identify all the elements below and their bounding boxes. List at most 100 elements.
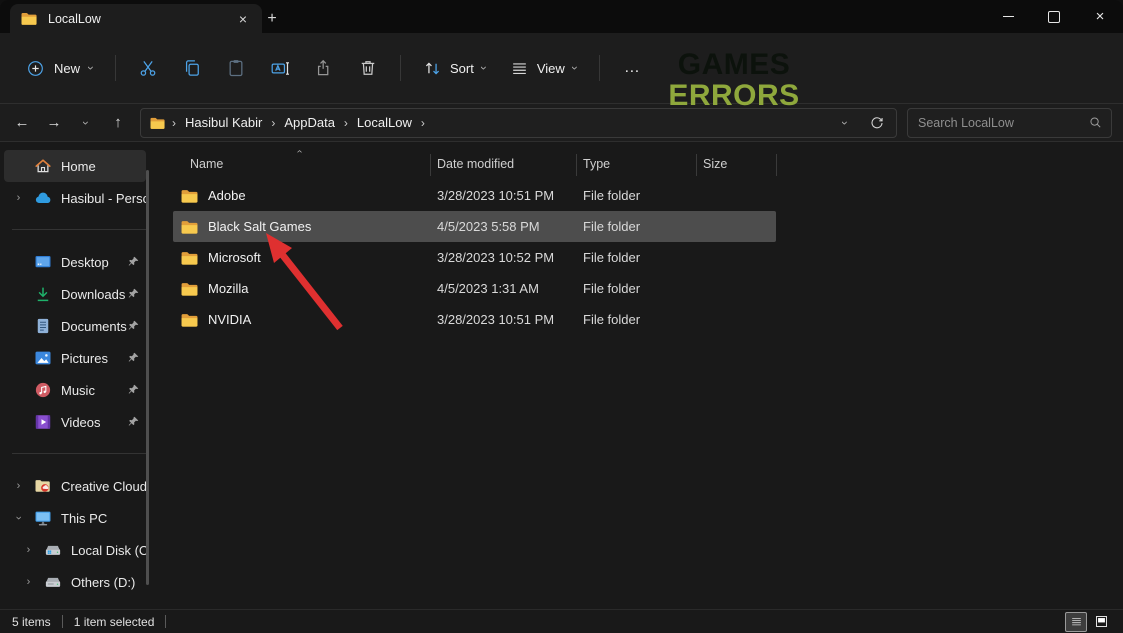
file-row-mozilla[interactable]: Mozilla 4/5/2023 1:31 AM File folder [173, 273, 776, 304]
chevron-right-icon[interactable]: › [12, 480, 25, 492]
file-rows: Adobe 3/28/2023 10:51 PM File folder Bla… [165, 180, 1123, 335]
sidebar-item-desktop[interactable]: Desktop [4, 246, 146, 278]
new-button-label: New [54, 61, 80, 76]
thumbnail-view-icon [1094, 614, 1109, 629]
status-divider [165, 615, 166, 628]
sidebar-item-others-d[interactable]: › Others (D:) [4, 566, 146, 598]
paste-button[interactable] [214, 49, 258, 87]
sidebar-divider [12, 229, 148, 230]
up-button[interactable]: ↑ [102, 108, 134, 138]
sort-button[interactable]: Sort › [411, 49, 498, 87]
search-box[interactable] [907, 108, 1112, 138]
file-row-black-salt-games[interactable]: Black Salt Games 4/5/2023 5:58 PM File f… [173, 211, 776, 242]
documents-icon [34, 317, 52, 335]
thumbnail-view-button[interactable] [1091, 613, 1111, 631]
file-date: 4/5/2023 1:31 AM [430, 281, 576, 296]
file-type: File folder [576, 281, 696, 296]
chevron-down-icon[interactable]: › [13, 512, 25, 525]
refresh-icon [869, 115, 885, 131]
maximize-button[interactable] [1031, 0, 1077, 33]
sidebar-item-this-pc[interactable]: › This PC [4, 502, 146, 534]
file-row-microsoft[interactable]: Microsoft 3/28/2023 10:52 PM File folder [173, 242, 776, 273]
sidebar-item-videos[interactable]: Videos [4, 406, 146, 438]
file-name: Microsoft [208, 250, 261, 265]
file-date: 3/28/2023 10:51 PM [430, 312, 576, 327]
breadcrumb-separator: › [419, 116, 427, 130]
drive-windows-icon [44, 541, 62, 559]
sidebar-item-label: Documents [61, 319, 127, 334]
copy-icon [182, 58, 202, 78]
address-dropdown-button[interactable]: › [832, 111, 858, 135]
breadcrumb-appdata[interactable]: AppData [277, 112, 342, 133]
sidebar-item-music[interactable]: Music [4, 374, 146, 406]
close-button[interactable]: × [1077, 0, 1123, 33]
recent-locations-button[interactable]: › [70, 108, 102, 138]
videos-icon [34, 413, 52, 431]
view-button[interactable]: View › [498, 49, 589, 87]
column-divider[interactable] [696, 154, 697, 176]
sidebar-item-label: Music [61, 383, 95, 398]
forward-button[interactable]: → [38, 108, 70, 138]
breadcrumb-separator: › [170, 116, 178, 130]
column-header-name[interactable]: Name [173, 157, 430, 171]
column-header-date[interactable]: Date modified [430, 157, 576, 171]
chevron-down-icon: › [839, 121, 851, 125]
chevron-right-icon[interactable]: › [22, 544, 35, 556]
sidebar-item-creative-cloud[interactable]: › Creative Cloud F [4, 470, 146, 502]
file-row-nvidia[interactable]: NVIDIA 3/28/2023 10:51 PM File folder [173, 304, 776, 335]
file-type: File folder [576, 312, 696, 327]
sort-ascending-icon: › [294, 150, 305, 153]
home-icon [34, 157, 52, 175]
refresh-button[interactable] [864, 111, 890, 135]
details-view-button[interactable] [1065, 612, 1087, 632]
rename-button[interactable] [258, 49, 302, 87]
column-header-type[interactable]: Type [576, 157, 696, 171]
breadcrumb-user[interactable]: Hasibul Kabir [178, 112, 269, 133]
file-row-adobe[interactable]: Adobe 3/28/2023 10:51 PM File folder [173, 180, 776, 211]
search-input[interactable] [916, 115, 1088, 131]
breadcrumb-separator: › [269, 116, 277, 130]
share-icon [314, 58, 334, 78]
chevron-down-icon: › [569, 66, 581, 70]
pin-icon [127, 383, 140, 396]
sidebar-item-pictures[interactable]: Pictures [4, 342, 146, 374]
more-options-button[interactable]: … [610, 49, 655, 87]
new-tab-button[interactable]: + [258, 6, 286, 31]
pictures-icon [34, 349, 52, 367]
view-button-label: View [537, 61, 565, 76]
creative-cloud-icon [34, 477, 52, 495]
folder-icon [149, 116, 166, 130]
column-divider[interactable] [776, 154, 777, 176]
minimize-button[interactable] [985, 0, 1031, 33]
breadcrumb-locallow[interactable]: LocalLow [350, 112, 419, 133]
sidebar-item-downloads[interactable]: Downloads [4, 278, 146, 310]
delete-button[interactable] [346, 49, 390, 87]
tab-close-button[interactable]: × [232, 8, 254, 30]
share-button[interactable] [302, 49, 346, 87]
sidebar-item-home[interactable]: Home [4, 150, 146, 182]
desktop-icon [34, 253, 52, 271]
drive-icon [44, 573, 62, 591]
column-header-size[interactable]: Size [696, 157, 776, 171]
copy-button[interactable] [170, 49, 214, 87]
status-bar: 5 items 1 item selected [0, 609, 1123, 633]
column-divider[interactable] [576, 154, 577, 176]
explorer-tab[interactable]: LocalLow × [10, 4, 262, 33]
new-button[interactable]: New › [14, 49, 105, 87]
sidebar-item-documents[interactable]: Documents [4, 310, 146, 342]
column-divider[interactable] [430, 154, 431, 176]
window-controls: × [985, 0, 1123, 33]
address-bar[interactable]: › Hasibul Kabir › AppData › LocalLow › › [140, 108, 897, 138]
sidebar-item-local-disk-c[interactable]: › Local Disk (C:) [4, 534, 146, 566]
sidebar-scrollbar[interactable] [146, 170, 149, 585]
sidebar-item-onedrive[interactable]: › Hasibul - Person [4, 182, 146, 214]
chevron-right-icon[interactable]: › [12, 192, 25, 204]
navigation-pane: Home › Hasibul - Person Desktop Download… [0, 142, 160, 610]
chevron-right-icon[interactable]: › [22, 576, 35, 588]
back-button[interactable]: ← [6, 108, 38, 138]
rename-icon [270, 58, 291, 79]
sidebar-item-label: Pictures [61, 351, 108, 366]
downloads-icon [34, 285, 52, 303]
column-headers: › Name Date modified Type Size [165, 150, 1123, 178]
cut-button[interactable] [126, 49, 170, 87]
